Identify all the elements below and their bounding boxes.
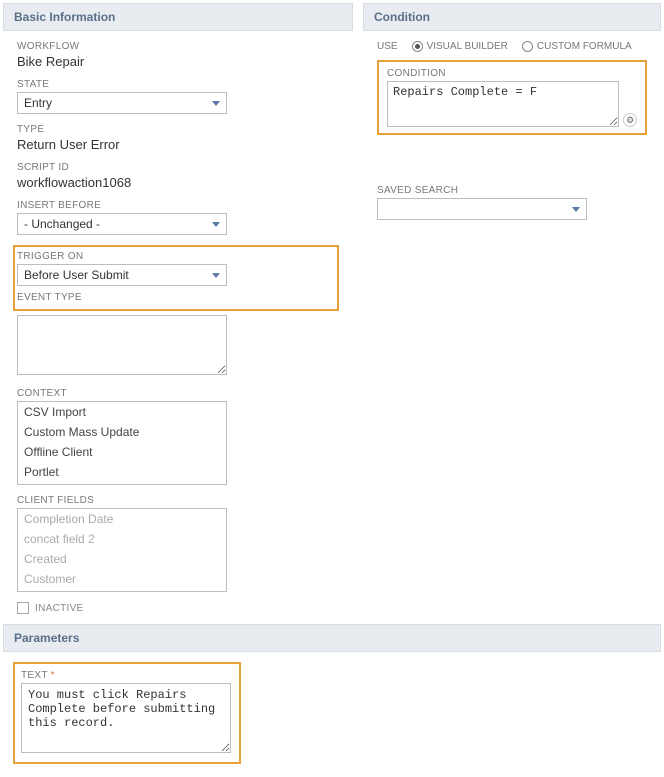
insert-before-label: INSERT BEFORE [17,200,339,211]
trigger-on-highlight: TRIGGER ON Before User Submit EVENT TYPE [13,245,339,311]
list-item[interactable]: Completion Date [18,509,226,529]
visual-builder-radio[interactable]: VISUAL BUILDER [412,41,508,52]
trigger-on-select[interactable]: Before User Submit [17,264,227,286]
list-item[interactable]: Custom Mass Update [18,422,226,442]
state-select-value: Entry [24,96,52,110]
condition-textarea[interactable] [387,81,619,127]
use-row: USE VISUAL BUILDER CUSTOM FORMULA [377,41,647,52]
workflow-value: Bike Repair [17,54,339,69]
context-listbox[interactable]: CSV Import Custom Mass Update Offline Cl… [17,401,227,485]
inactive-label: INACTIVE [35,603,84,614]
custom-formula-radio[interactable]: CUSTOM FORMULA [522,41,632,52]
list-item[interactable]: concat field 2 [18,529,226,549]
parameters-header: Parameters [3,624,661,652]
chevron-down-icon [212,222,220,227]
type-label: TYPE [17,124,339,135]
inactive-checkbox[interactable] [17,602,29,614]
trigger-on-label: TRIGGER ON [17,251,335,262]
client-fields-label: CLIENT FIELDS [17,495,339,506]
type-value: Return User Error [17,137,339,152]
condition-highlight: CONDITION ⚙ [377,60,647,135]
client-fields-listbox[interactable]: Completion Date concat field 2 Created C… [17,508,227,592]
state-label: STATE [17,79,339,90]
radio-icon [412,41,423,52]
chevron-down-icon [212,273,220,278]
state-field: STATE Entry [17,79,339,114]
saved-search-label: SAVED SEARCH [377,185,647,196]
workflow-field: WORKFLOW Bike Repair [17,41,339,69]
list-item[interactable]: Customer [18,569,226,589]
insert-before-select[interactable]: - Unchanged - [17,213,227,235]
chevron-down-icon [212,101,220,106]
chevron-down-icon [572,207,580,212]
trigger-on-value: Before User Submit [24,268,129,282]
script-id-label: SCRIPT ID [17,162,339,173]
text-textarea[interactable] [21,683,231,753]
text-highlight: TEXT [13,662,241,764]
basic-info-header: Basic Information [3,3,353,31]
insert-before-field: INSERT BEFORE - Unchanged - [17,200,339,235]
saved-search-select[interactable] [377,198,587,220]
list-item[interactable]: Created [18,549,226,569]
list-item[interactable]: CSV Import [18,402,226,422]
condition-header: Condition [363,3,661,31]
list-item[interactable]: Offline Client [18,442,226,462]
condition-label: CONDITION [387,68,637,79]
list-item[interactable]: Portlet [18,462,226,482]
custom-formula-label: CUSTOM FORMULA [537,41,632,52]
event-type-label: EVENT TYPE [17,292,335,303]
use-label: USE [377,41,398,52]
insert-before-value: - Unchanged - [24,217,100,231]
state-select[interactable]: Entry [17,92,227,114]
formula-builder-icon[interactable]: ⚙ [623,113,637,127]
visual-builder-label: VISUAL BUILDER [427,41,508,52]
inactive-row: INACTIVE [17,602,339,614]
type-field: TYPE Return User Error [17,124,339,152]
event-type-textarea[interactable] [17,315,227,375]
script-id-value: workflowaction1068 [17,175,339,190]
context-label: CONTEXT [17,388,339,399]
script-id-field: SCRIPT ID workflowaction1068 [17,162,339,190]
workflow-label: WORKFLOW [17,41,339,52]
radio-icon [522,41,533,52]
text-label: TEXT [21,670,233,681]
